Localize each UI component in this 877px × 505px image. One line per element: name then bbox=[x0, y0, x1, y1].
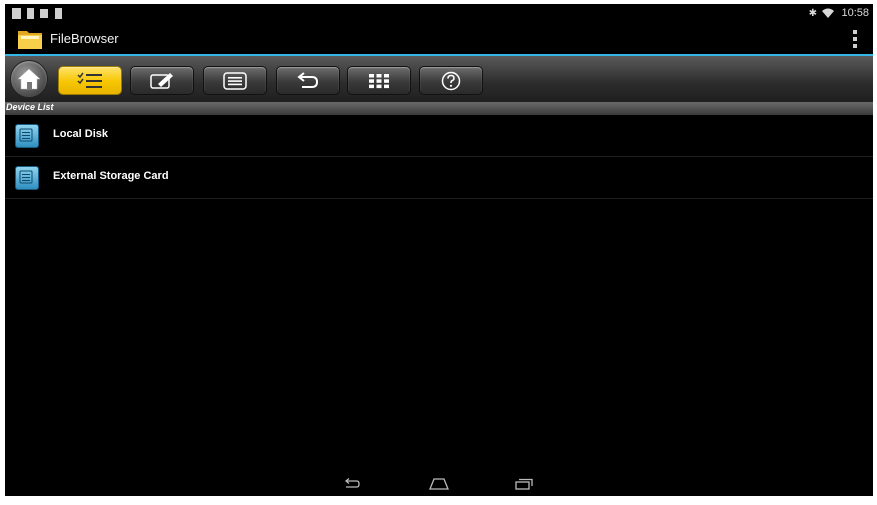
storage-device-icon bbox=[15, 166, 39, 190]
app-title: FileBrowser bbox=[50, 31, 119, 46]
home-nav-icon[interactable] bbox=[429, 478, 449, 490]
help-icon bbox=[441, 71, 461, 90]
device-list-title: Device List bbox=[6, 102, 54, 112]
checklist-icon bbox=[77, 72, 102, 88]
back-button[interactable] bbox=[276, 66, 340, 95]
list-item-external-storage[interactable]: External Storage Card bbox=[5, 157, 873, 199]
edit-button[interactable] bbox=[130, 66, 194, 95]
help-button[interactable] bbox=[419, 66, 483, 95]
edit-icon bbox=[150, 72, 173, 89]
list-item-label: External Storage Card bbox=[53, 170, 169, 182]
navigation-bar bbox=[5, 474, 873, 496]
bluetooth-icon: ✱ bbox=[808, 8, 817, 19]
list-view-button[interactable] bbox=[203, 66, 267, 95]
recent-apps-icon[interactable] bbox=[515, 478, 533, 490]
status-time: 10:58 bbox=[841, 7, 869, 19]
toolbar bbox=[5, 56, 873, 102]
overflow-menu-icon[interactable] bbox=[853, 30, 857, 48]
notification-icon bbox=[12, 8, 21, 19]
home-icon bbox=[17, 68, 41, 90]
grid-view-button[interactable] bbox=[347, 66, 411, 95]
list-item-label: Local Disk bbox=[53, 128, 109, 140]
status-bar: ✱ 10:58 bbox=[5, 4, 873, 24]
back-nav-icon[interactable] bbox=[343, 478, 361, 490]
storage-device-icon bbox=[15, 124, 39, 148]
screenshot-icon bbox=[55, 8, 62, 19]
list-item-local-disk[interactable]: Local Disk bbox=[5, 115, 873, 157]
sd-card-icon bbox=[27, 8, 34, 19]
home-button[interactable] bbox=[10, 60, 48, 98]
grid-icon bbox=[369, 73, 389, 88]
back-arrow-icon bbox=[297, 71, 319, 88]
action-bar: FileBrowser bbox=[5, 24, 873, 56]
wifi-icon bbox=[822, 8, 834, 18]
device-list-header: Device List bbox=[5, 102, 873, 115]
checklist-button[interactable] bbox=[58, 66, 122, 95]
list-icon bbox=[223, 71, 247, 90]
folder-icon[interactable] bbox=[17, 28, 43, 50]
screen: ✱ 10:58 FileBrowser Device List Local Di… bbox=[5, 4, 873, 496]
download-icon bbox=[40, 9, 48, 18]
